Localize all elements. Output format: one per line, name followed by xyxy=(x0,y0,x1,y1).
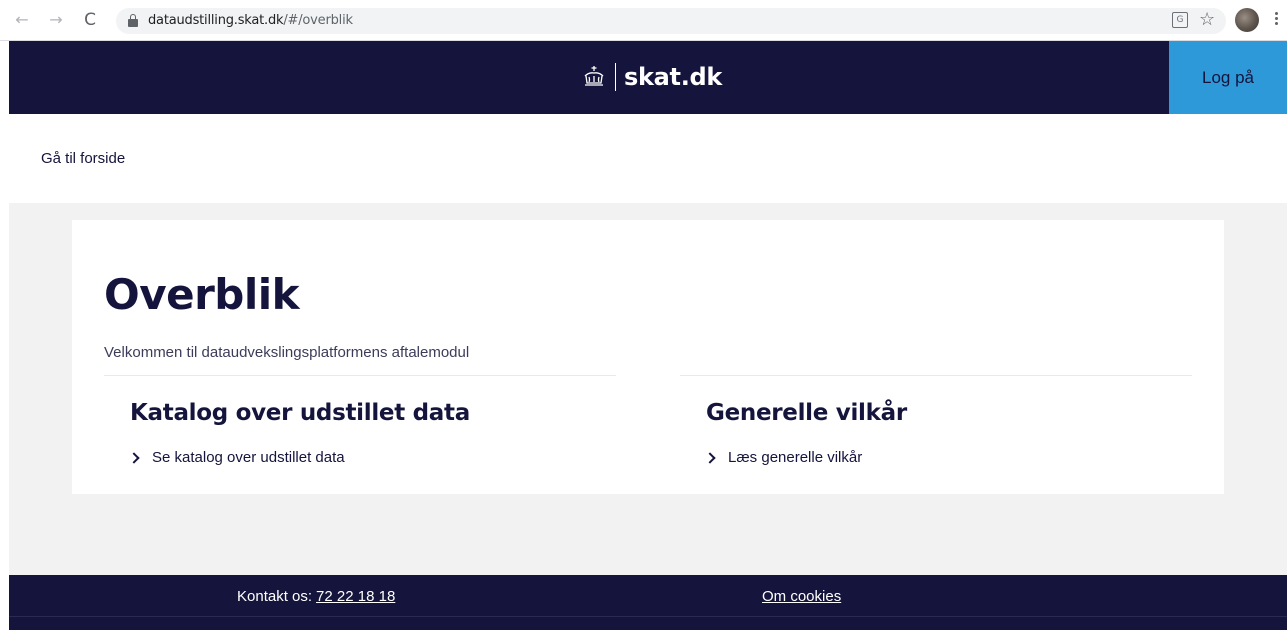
logo-text: skat.dk xyxy=(624,63,723,91)
terms-link[interactable]: Læs generelle vilkår xyxy=(704,449,863,466)
chevron-right-icon xyxy=(704,451,716,464)
divider xyxy=(680,375,1192,376)
site-logo[interactable]: skat.dk xyxy=(581,60,722,94)
contact-info: Kontakt os: 72 22 18 18 xyxy=(237,588,395,605)
reload-icon[interactable]: C xyxy=(80,10,100,30)
cookies-link[interactable]: Om cookies xyxy=(762,588,841,605)
main-content: Overblik Velkommen til dataudvekslingspl… xyxy=(9,203,1287,575)
contact-phone-link[interactable]: 72 22 18 18 xyxy=(316,588,395,605)
back-arrow-icon[interactable]: ← xyxy=(12,10,32,30)
site-header: skat.dk Log på xyxy=(9,41,1287,114)
browser-toolbar: ← → C dataudstilling.skat.dk/#/overblik … xyxy=(0,0,1287,41)
login-button[interactable]: Log på xyxy=(1169,41,1287,114)
page-subtitle: Velkommen til dataudvekslingsplatformens… xyxy=(104,344,470,361)
page-title: Overblik xyxy=(104,270,300,319)
terms-link-label: Læs generelle vilkår xyxy=(728,449,863,466)
url-host: dataudstilling.skat.dk xyxy=(148,13,284,28)
catalog-link[interactable]: Se katalog over udstillet data xyxy=(128,449,345,466)
chevron-right-icon xyxy=(128,451,140,464)
forward-arrow-icon[interactable]: → xyxy=(46,10,66,30)
catalog-heading: Katalog over udstillet data xyxy=(130,400,470,426)
lock-icon[interactable] xyxy=(128,14,138,27)
more-menu-icon[interactable] xyxy=(1273,10,1279,30)
footer-divider xyxy=(9,616,1287,617)
contact-label: Kontakt os: xyxy=(237,588,313,605)
overview-card: Overblik Velkommen til dataudvekslingspl… xyxy=(72,220,1224,494)
terms-heading: Generelle vilkår xyxy=(706,400,907,426)
translate-icon[interactable]: G xyxy=(1172,12,1188,28)
star-icon[interactable]: ☆ xyxy=(1199,10,1215,30)
address-bar[interactable]: dataudstilling.skat.dk/#/overblik xyxy=(116,8,1226,34)
address-url[interactable]: dataudstilling.skat.dk/#/overblik xyxy=(148,12,353,30)
logo-separator xyxy=(615,63,616,91)
profile-avatar[interactable] xyxy=(1235,8,1259,32)
divider xyxy=(104,375,616,376)
site-footer: Kontakt os: 72 22 18 18 Om cookies xyxy=(9,575,1287,630)
url-path: /#/overblik xyxy=(283,13,353,28)
breadcrumb: Gå til forside xyxy=(9,114,1287,203)
crown-icon xyxy=(584,66,604,86)
catalog-link-label: Se katalog over udstillet data xyxy=(152,449,345,466)
home-link[interactable]: Gå til forside xyxy=(41,150,125,167)
